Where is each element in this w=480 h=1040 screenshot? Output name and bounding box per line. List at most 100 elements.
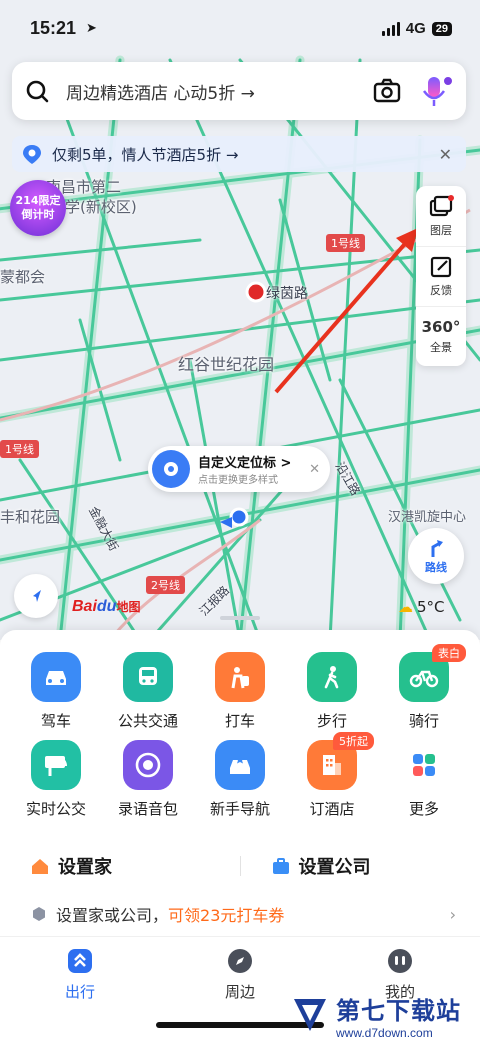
signal-icon <box>381 21 400 36</box>
battery-icon: 29 <box>431 21 452 36</box>
feedback-button[interactable]: 反馈 <box>416 246 466 306</box>
locate-button[interactable] <box>14 574 58 618</box>
countdown-line1: 214限定 <box>15 194 61 207</box>
set-company-label: 设置公司 <box>298 857 371 878</box>
set-home-label: 设置家 <box>58 857 112 878</box>
promo-highlight: 可领23元打车券 <box>168 906 285 925</box>
weather-temp: 5°C <box>417 598 445 616</box>
realtime-bus-icon <box>31 740 81 790</box>
bus-icon <box>123 652 173 702</box>
site-watermark: 第七下载站 www.d7down.com <box>290 990 476 1040</box>
route-icon <box>431 540 443 557</box>
more-icon <box>399 740 449 790</box>
route-label: 路线 <box>425 561 447 574</box>
set-home-button[interactable]: 设置家 <box>0 853 240 879</box>
compass-icon <box>228 949 252 973</box>
map-label-fenghe: 丰和花园 <box>0 508 61 526</box>
taxi-icon <box>215 652 265 702</box>
tab-label: 出行 <box>64 983 95 1001</box>
watermark-logo-icon <box>294 999 326 1031</box>
watermark-url: www.d7down.com <box>336 1025 433 1040</box>
grid-item-hotel[interactable]: 5折起 订酒店 <box>290 732 374 819</box>
banner-text: 仅剩5单，情人节酒店5折 → <box>52 145 239 164</box>
briefcase-icon <box>272 858 289 874</box>
weather-icon: ☁ <box>398 598 413 616</box>
grid-badge: 5折起 <box>333 732 374 750</box>
map-tools-panel: 图层 反馈 360° 全景 <box>416 186 466 366</box>
grid-label: 打车 <box>224 712 255 730</box>
baidu-logo: Baidu地图 <box>72 598 141 615</box>
layers-icon <box>429 194 454 216</box>
status-right: 4G 29 <box>381 20 452 37</box>
grid-badge: 表白 <box>432 644 466 662</box>
nav-guide-icon <box>215 740 265 790</box>
profile-icon <box>388 949 412 973</box>
grid-item-bike[interactable]: 表白 骑行 <box>382 644 466 731</box>
status-time: 15:21 <box>30 18 77 38</box>
custom-location-subtitle: 点击更换更多样式 <box>198 475 278 486</box>
location-arrow-icon: ➤ <box>86 21 97 36</box>
close-icon[interactable]: ✕ <box>439 145 452 164</box>
layers-button[interactable]: 图层 <box>416 186 466 246</box>
voice-pack-icon <box>123 740 173 790</box>
network-type: 4G <box>405 20 426 37</box>
tool-label: 反馈 <box>430 284 452 297</box>
weather-widget[interactable]: ☁ 5°C <box>398 598 445 616</box>
custom-location-title: 自定义定位标 > <box>198 456 292 471</box>
voice-assistant-button[interactable] <box>416 73 454 109</box>
custom-location-tip[interactable]: 自定义定位标 > 点击更换更多样式 ✕ <box>148 446 330 492</box>
panorama-button[interactable]: 360° 全景 <box>416 306 466 366</box>
search-icon <box>26 80 49 103</box>
quick-actions-row1: 驾车 公共交通 打车 步行 表白 骑行 <box>0 644 480 731</box>
quick-actions-row2: 实时公交 录语音包 新手导航 5折起 订酒店 更多 <box>0 732 480 819</box>
grid-label: 公共交通 <box>117 712 178 730</box>
countdown-badge[interactable]: 214限定 倒计时 <box>10 180 66 236</box>
grid-item-walk[interactable]: 步行 <box>290 652 374 731</box>
set-company-button[interactable]: 设置公司 <box>241 853 480 879</box>
compass-pointer-icon <box>33 590 41 602</box>
watermark-brand: 第七下载站 <box>336 996 461 1025</box>
search-bar[interactable]: 周边精选酒店 心动5折 → <box>12 62 466 120</box>
metro-line-tag: 1号线 <box>0 440 39 458</box>
chevron-right-icon: › <box>449 904 456 924</box>
grid-item-nav-guide[interactable]: 新手导航 <box>198 740 282 819</box>
search-text: 周边精选酒店 心动5折 → <box>66 83 255 104</box>
metro-line-tag: 1号线 <box>326 234 365 252</box>
tab-travel[interactable]: 出行 <box>0 937 160 1040</box>
promo-text: 设置家或公司， <box>56 906 169 925</box>
map-label-station: 绿茵路 <box>266 286 308 302</box>
grid-label: 实时公交 <box>25 800 86 818</box>
countdown-line2: 倒计时 <box>21 208 55 221</box>
home-icon <box>32 859 48 874</box>
location-pin-icon <box>23 145 41 164</box>
grid-item-realtime-bus[interactable]: 实时公交 <box>14 740 98 819</box>
grid-label: 订酒店 <box>309 800 355 818</box>
grid-item-more[interactable]: 更多 <box>382 740 466 819</box>
feedback-icon <box>430 256 452 278</box>
map-label-temple: 蒙都会 <box>0 268 46 286</box>
grid-label: 骑行 <box>408 712 439 730</box>
travel-icon <box>68 949 92 973</box>
coupon-promo-row[interactable]: 设置家或公司， 可领23元打车券 › <box>0 896 480 932</box>
grid-item-voice-pack[interactable]: 录语音包 <box>106 740 190 819</box>
close-icon[interactable]: ✕ <box>309 462 320 477</box>
grid-label: 驾车 <box>40 712 71 730</box>
grid-label: 更多 <box>408 800 439 818</box>
tool-label: 图层 <box>430 223 452 237</box>
sheet-handle[interactable] <box>220 616 260 620</box>
hexagon-icon <box>33 907 45 921</box>
status-bar: 15:21 ➤ 4G 29 <box>0 0 480 56</box>
promo-banner[interactable]: 仅剩5单，情人节酒店5折 → ✕ <box>12 136 466 172</box>
grid-item-taxi[interactable]: 打车 <box>198 652 282 731</box>
car-icon <box>31 652 81 702</box>
tool-label: 全景 <box>430 341 452 354</box>
grid-item-drive[interactable]: 驾车 <box>14 652 98 731</box>
grid-label: 录语音包 <box>117 800 178 818</box>
map-label-garden: 红谷世纪花园 <box>178 355 275 374</box>
camera-icon[interactable] <box>372 76 402 106</box>
set-places-row: 设置家 设置公司 <box>0 844 480 888</box>
grid-label: 步行 <box>316 712 347 730</box>
grid-item-transit[interactable]: 公共交通 <box>106 652 190 731</box>
route-button[interactable]: 路线 <box>408 528 464 584</box>
grid-label: 新手导航 <box>209 800 270 818</box>
